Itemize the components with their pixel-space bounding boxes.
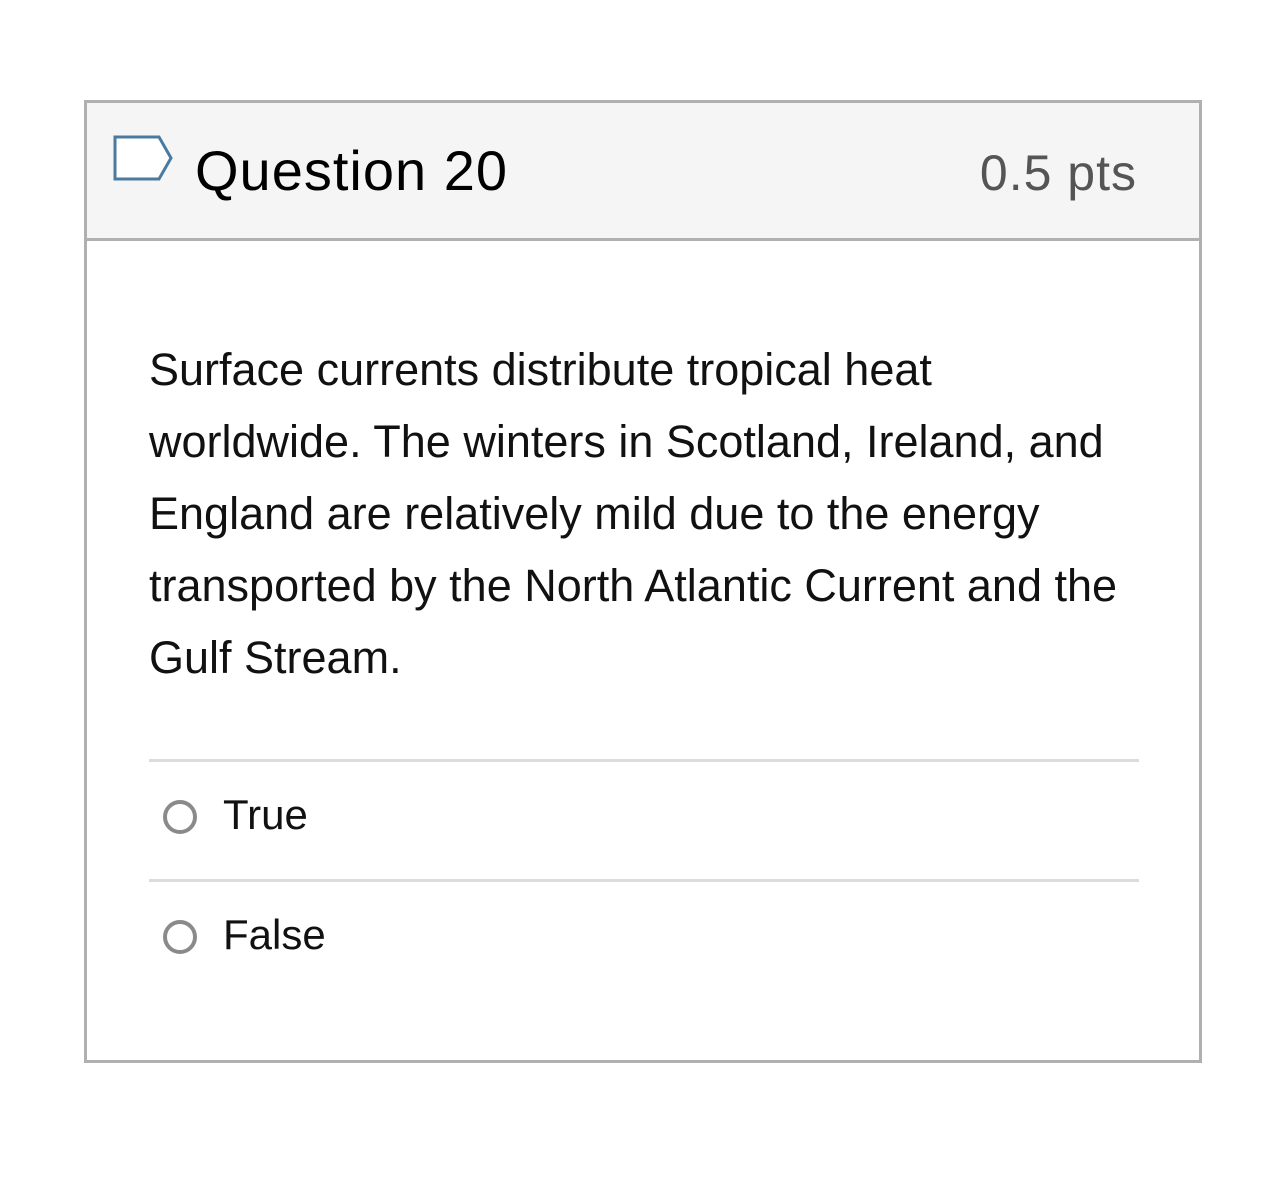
flag-outline-icon[interactable] [111, 133, 175, 187]
radio-button-false[interactable] [163, 920, 197, 954]
question-text: Surface currents distribute tropical hea… [149, 344, 1118, 683]
answer-label[interactable]: True [223, 790, 308, 840]
question-card: Question 20 0.5 pts Surface currents dis… [84, 100, 1202, 1063]
question-points: 0.5 pts [979, 145, 1137, 201]
question-header: Question 20 0.5 pts [87, 103, 1199, 241]
answer-option-false[interactable]: False [149, 879, 1139, 999]
answer-label[interactable]: False [223, 910, 326, 960]
answer-list: True False [149, 759, 1139, 999]
radio-button-true[interactable] [163, 800, 197, 834]
answer-option-true[interactable]: True [149, 759, 1139, 879]
question-title: Question 20 [195, 139, 508, 202]
